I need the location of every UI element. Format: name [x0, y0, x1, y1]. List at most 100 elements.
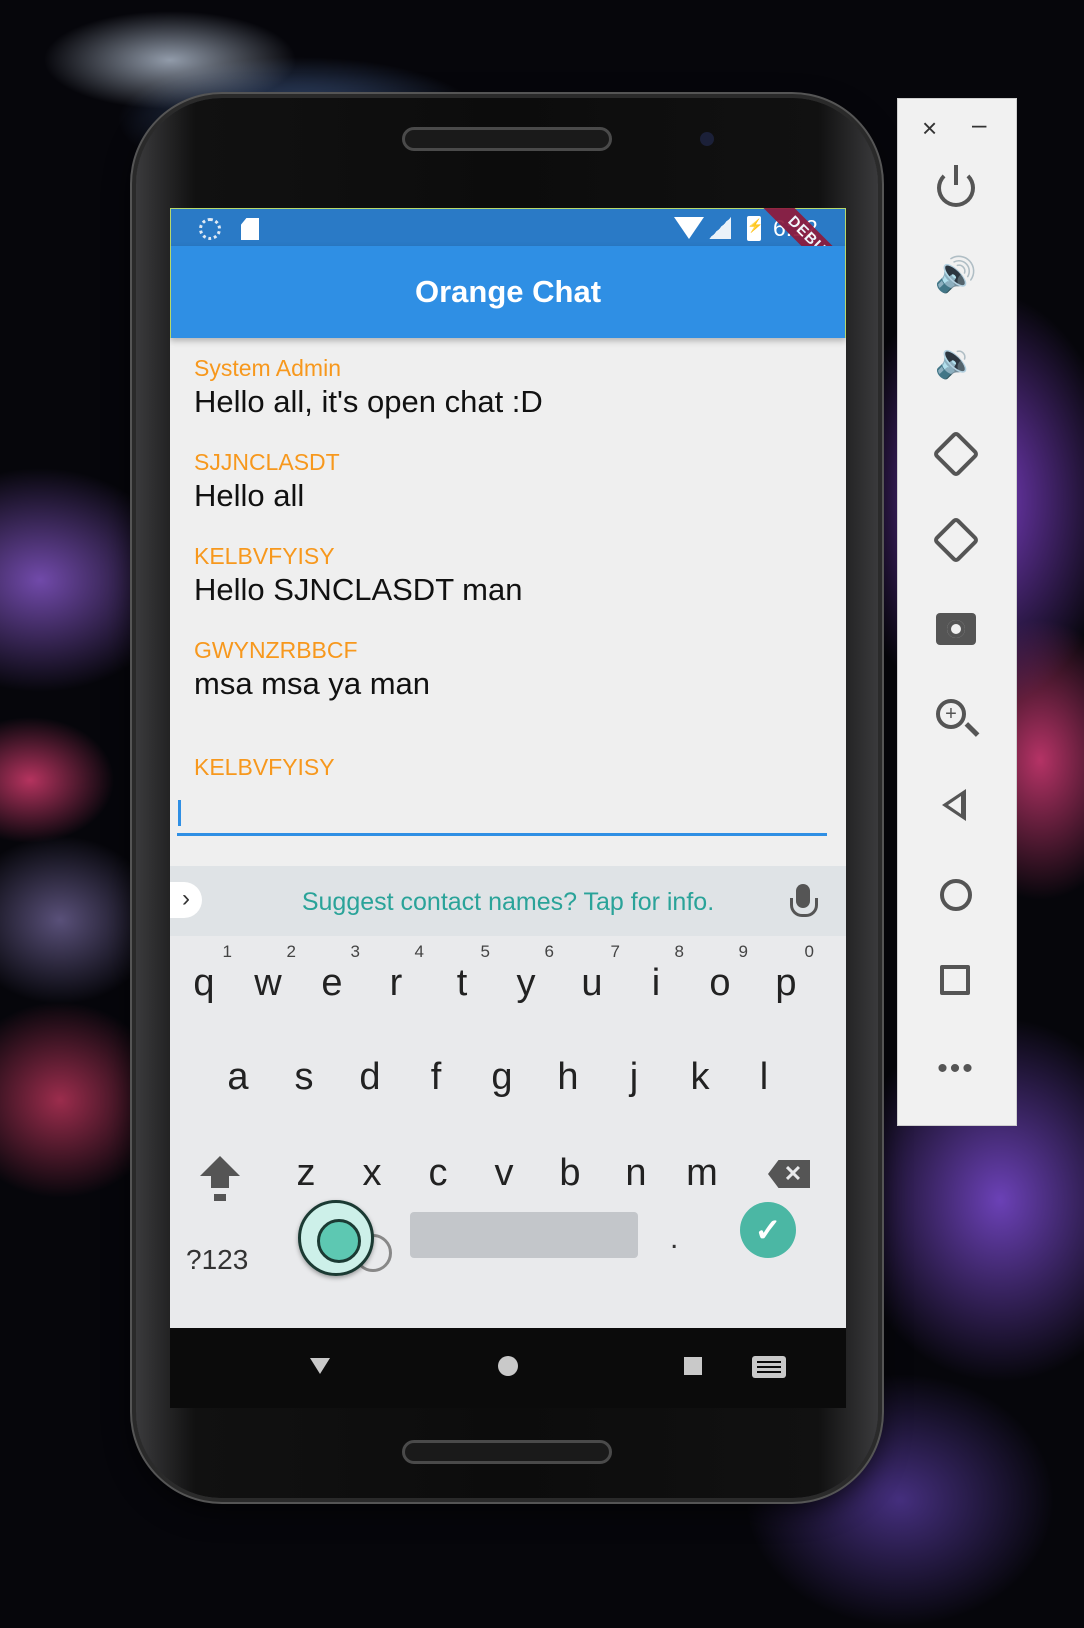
key-label: p — [775, 962, 797, 1004]
key-c[interactable]: c — [408, 1138, 468, 1208]
volume-down-icon[interactable]: 🔉 — [934, 339, 978, 383]
key-label: q — [193, 962, 215, 1004]
message-item: KELBVFYISY Hello SJNCLASDT man — [194, 542, 824, 610]
camera-icon[interactable] — [936, 613, 976, 645]
done-key[interactable]: ✓ — [740, 1202, 796, 1258]
key-l[interactable]: l — [734, 1042, 794, 1112]
message-sender: GWYNZRBBCF — [194, 637, 358, 663]
text-caret — [178, 800, 181, 826]
key-y[interactable]: y6 — [496, 942, 556, 1018]
keyboard-switch-icon[interactable] — [752, 1356, 786, 1378]
key-label: t — [456, 962, 468, 1004]
android-nav-bar — [170, 1328, 846, 1408]
key-hint: 3 — [350, 942, 360, 961]
key-h[interactable]: h — [538, 1042, 598, 1112]
power-icon[interactable] — [937, 165, 975, 207]
key-f[interactable]: f — [406, 1042, 466, 1112]
page-title: Orange Chat — [414, 274, 602, 309]
key-m[interactable]: m — [672, 1138, 732, 1208]
assistant-bubble-icon[interactable] — [298, 1200, 374, 1276]
key-hint: 2 — [286, 942, 296, 961]
key-hint: 7 — [610, 942, 620, 961]
zoom-icon[interactable]: + — [936, 699, 966, 729]
key-g[interactable]: g — [472, 1042, 532, 1112]
symbols-key[interactable]: ?123 — [186, 1244, 248, 1276]
key-r[interactable]: r4 — [366, 942, 426, 1018]
message-text: Hello all, it's open chat :D — [194, 384, 543, 419]
backspace-key[interactable]: ✕ — [768, 1160, 810, 1188]
bottom-speaker — [402, 1440, 612, 1464]
mic-icon[interactable] — [790, 884, 818, 917]
key-hint: 6 — [544, 942, 554, 961]
emulator-toolbar: × – 🔊 🔉 + ••• — [897, 98, 1017, 1126]
key-label: u — [581, 962, 603, 1004]
key-a[interactable]: a — [208, 1042, 268, 1112]
key-e[interactable]: e3 — [302, 942, 362, 1018]
wifi-icon — [674, 217, 704, 239]
phone-screen: 6:12 DEBUG Orange Chat System Admin Hell… — [170, 208, 846, 1328]
app-bar: Orange Chat — [170, 246, 846, 338]
key-n[interactable]: n — [606, 1138, 666, 1208]
more-icon[interactable]: ••• — [934, 1047, 978, 1091]
battery-icon — [747, 216, 763, 241]
front-camera — [700, 132, 714, 146]
key-z[interactable]: z — [276, 1138, 336, 1208]
message-item: SJJNCLASDT Hello all — [194, 448, 824, 516]
message-text: Hello all — [194, 478, 305, 513]
key-label: i — [651, 962, 661, 1004]
message-sender: KELBVFYISY — [194, 543, 335, 569]
nav-back-icon[interactable] — [310, 1358, 330, 1374]
rotate-right-icon[interactable] — [931, 515, 981, 565]
close-button[interactable]: × — [922, 113, 937, 144]
top-speaker — [402, 127, 612, 151]
status-bar: 6:12 DEBUG — [170, 208, 846, 298]
key-label: e — [321, 962, 343, 1004]
message-sender: SJJNCLASDT — [194, 449, 340, 475]
key-w[interactable]: w2 — [238, 942, 298, 1018]
key-o[interactable]: o9 — [690, 942, 750, 1018]
minimize-button[interactable]: – — [972, 109, 986, 140]
key-hint: 9 — [738, 942, 748, 961]
key-u[interactable]: u7 — [562, 942, 622, 1018]
suggestion-text[interactable]: Suggest contact names? Tap for info. — [170, 888, 846, 917]
suggestion-bar: › Suggest contact names? Tap for info. — [170, 866, 846, 936]
nav-recents-icon[interactable] — [684, 1357, 702, 1375]
key-x[interactable]: x — [342, 1138, 402, 1208]
home-icon[interactable] — [940, 879, 972, 911]
key-j[interactable]: j — [604, 1042, 664, 1112]
key-v[interactable]: v — [474, 1138, 534, 1208]
space-key[interactable] — [410, 1212, 638, 1258]
key-hint: 1 — [222, 942, 232, 961]
volume-up-icon[interactable]: 🔊 — [934, 253, 978, 297]
sync-icon — [199, 218, 221, 240]
key-label: o — [709, 962, 731, 1004]
key-i[interactable]: i8 — [626, 942, 686, 1018]
key-q[interactable]: q1 — [174, 942, 234, 1018]
signal-icon — [709, 217, 731, 239]
key-label: y — [516, 962, 536, 1004]
rotate-left-icon[interactable] — [931, 429, 981, 479]
key-d[interactable]: d — [340, 1042, 400, 1112]
message-item: System Admin Hello all, it's open chat :… — [194, 354, 824, 422]
message-input[interactable] — [177, 782, 827, 836]
period-key[interactable]: . — [670, 1222, 678, 1256]
soft-keyboard: › Suggest contact names? Tap for info. q… — [170, 866, 846, 1328]
key-t[interactable]: t5 — [432, 942, 492, 1018]
shift-key[interactable] — [200, 1156, 240, 1196]
sd-card-icon — [241, 218, 259, 240]
message-item: GWYNZRBBCF msa msa ya man — [194, 636, 824, 704]
key-hint: 0 — [804, 942, 814, 961]
key-label: r — [389, 962, 403, 1004]
key-b[interactable]: b — [540, 1138, 600, 1208]
key-label: w — [254, 962, 282, 1004]
key-p[interactable]: p0 — [756, 942, 816, 1018]
back-icon[interactable] — [942, 789, 966, 821]
nav-home-icon[interactable] — [498, 1356, 518, 1376]
key-s[interactable]: s — [274, 1042, 334, 1112]
message-text: Hello SJNCLASDT man — [194, 572, 523, 607]
key-k[interactable]: k — [670, 1042, 730, 1112]
key-hint: 8 — [674, 942, 684, 961]
key-hint: 4 — [414, 942, 424, 961]
overview-icon[interactable] — [940, 965, 970, 995]
key-hint: 5 — [480, 942, 490, 961]
